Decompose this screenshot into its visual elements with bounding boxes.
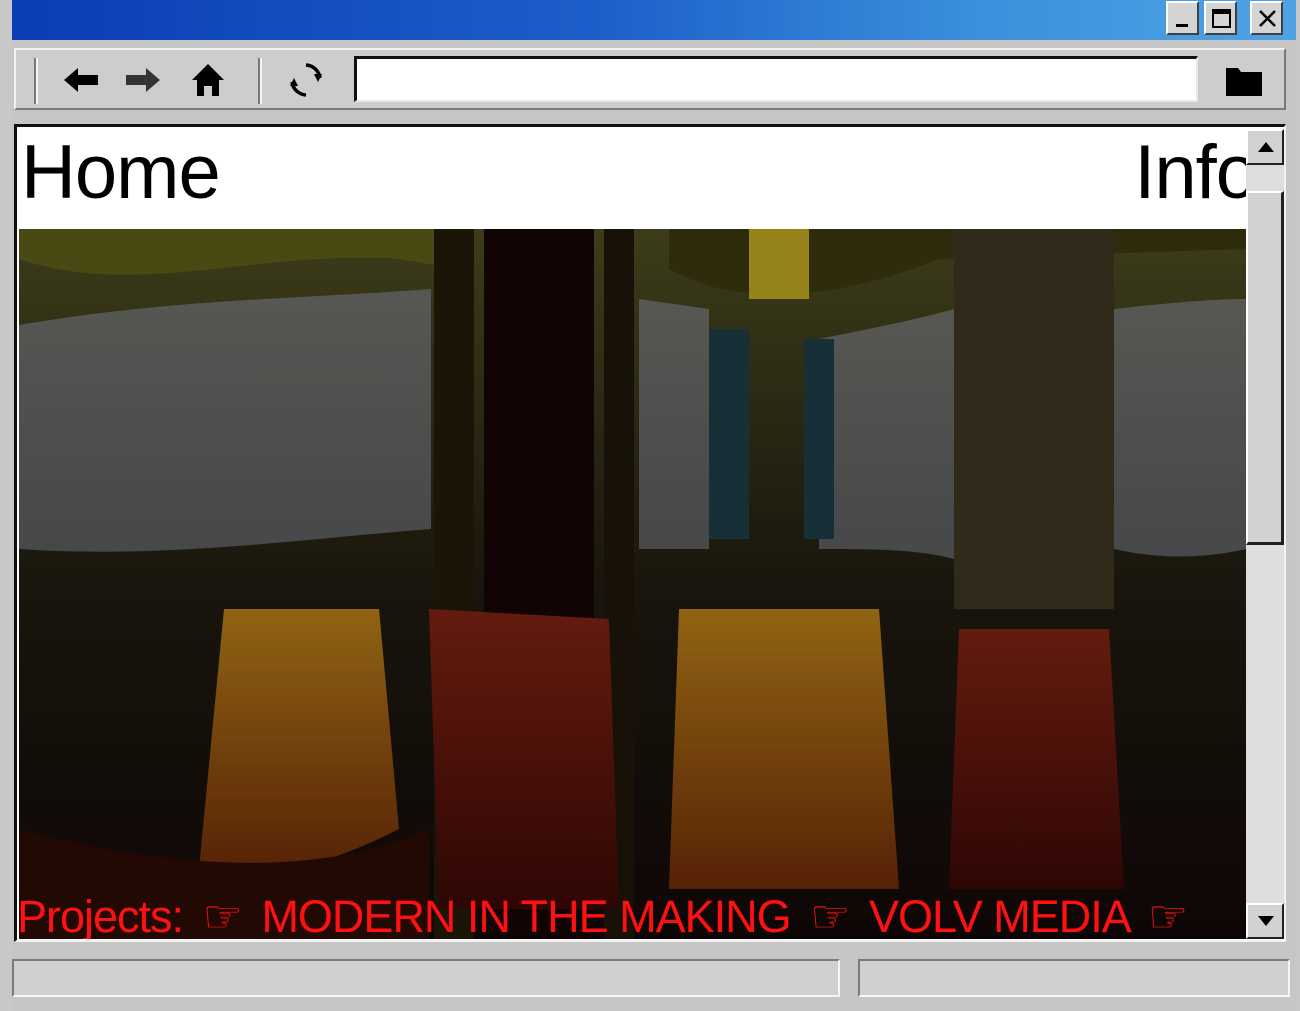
nav-link-info[interactable]: Info <box>1134 131 1247 215</box>
project-link[interactable]: VOLV MEDIA <box>869 891 1129 939</box>
home-button[interactable] <box>188 60 232 100</box>
back-button[interactable] <box>60 60 104 100</box>
arrow-down-icon <box>1258 916 1274 926</box>
folder-icon <box>1226 68 1262 96</box>
title-bar <box>12 0 1296 40</box>
hero-image <box>19 229 1247 939</box>
projects-ticker: Projects: ☞ MODERN IN THE MAKING ☞ VOLV … <box>19 889 1195 939</box>
status-bar-main <box>12 959 840 997</box>
project-link[interactable]: MODERN IN THE MAKING <box>261 891 791 939</box>
arrow-up-icon <box>1258 142 1274 152</box>
scroll-down-button[interactable] <box>1246 903 1284 939</box>
minimize-icon <box>1176 24 1188 27</box>
pointing-hand-icon: ☞ <box>202 891 243 939</box>
open-folder-button[interactable] <box>1222 60 1266 100</box>
site-nav: Home Info <box>19 129 1247 229</box>
web-page: Home Info Projects: ☞ MODERN IN THE MAKI… <box>19 129 1247 939</box>
pointing-hand-icon: ☞ <box>1147 891 1188 939</box>
projects-label: Projects: <box>19 891 184 939</box>
forward-arrow-icon <box>126 68 160 92</box>
toolbar-separator <box>258 58 262 104</box>
toolbar-separator <box>34 58 38 104</box>
minimize-button[interactable] <box>1166 1 1199 35</box>
home-icon <box>192 64 224 96</box>
close-icon <box>1259 10 1276 27</box>
status-bar-secondary <box>858 959 1290 997</box>
pointing-hand-icon: ☞ <box>810 891 850 939</box>
scroll-up-button[interactable] <box>1246 129 1284 165</box>
close-button[interactable] <box>1250 1 1283 35</box>
maximize-button[interactable] <box>1204 1 1237 35</box>
back-arrow-icon <box>64 68 98 92</box>
maximize-icon <box>1212 9 1231 28</box>
vertical-scrollbar[interactable] <box>1246 129 1284 939</box>
reload-button[interactable] <box>284 60 328 100</box>
web-viewport: Home Info Projects: ☞ MODERN IN THE MAKI… <box>14 124 1286 942</box>
reload-icon <box>290 63 322 97</box>
nav-link-home[interactable]: Home <box>21 131 221 215</box>
scroll-thumb[interactable] <box>1246 191 1284 545</box>
address-bar[interactable] <box>354 56 1198 102</box>
browser-toolbar <box>14 48 1286 110</box>
forward-button[interactable] <box>120 60 164 100</box>
